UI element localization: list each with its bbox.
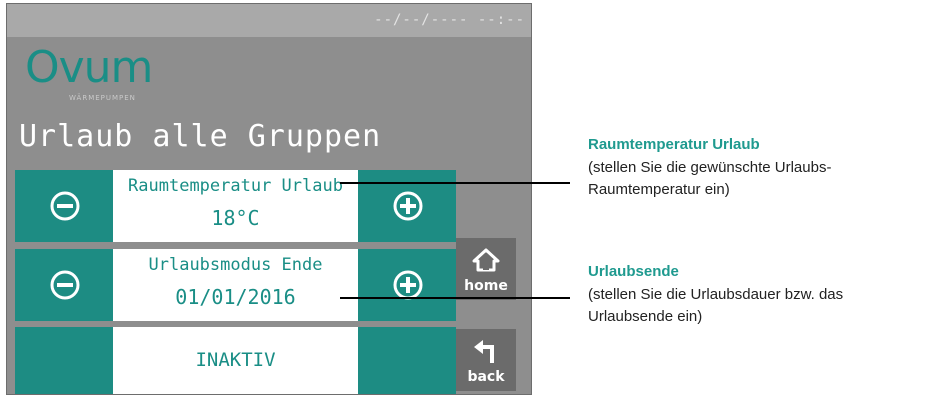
holiday-status-toggle[interactable]: INAKTIV <box>115 327 356 394</box>
annotation-holiday-end-text: (stellen Sie die Urlaubsdauer bzw. das U… <box>588 286 844 325</box>
annotation-room-temperature-title: Raumtemperatur Urlaub <box>588 136 760 153</box>
home-button[interactable]: home <box>456 238 516 300</box>
holiday-end-value: 01/01/2016 <box>175 285 296 309</box>
holiday-end-label: Urlaubsmodus Ende <box>148 255 323 275</box>
increase-room-temperature-button[interactable] <box>356 170 456 242</box>
home-label: home <box>464 278 508 294</box>
back-arrow-icon <box>474 340 494 363</box>
status-left-button[interactable] <box>15 327 115 394</box>
minus-circle-icon <box>50 191 80 221</box>
annotation-holiday-end: Urlaubsende (stellen Sie die Urlaubsdaue… <box>588 263 843 328</box>
logo-wordmark: Ovum <box>25 42 153 93</box>
room-temperature-label: Raumtemperatur Urlaub <box>128 176 343 196</box>
status-bar: --/--/---- --:-- <box>7 4 531 37</box>
datetime-display: --/--/---- --:-- <box>374 12 525 28</box>
ovum-logo: Ovum WÄRMEPUMPEN <box>25 42 175 108</box>
room-temperature-display: Raumtemperatur Urlaub 18°C <box>115 170 356 242</box>
device-screen: --/--/---- --:-- Ovum WÄRMEPUMPEN Urlaub… <box>6 3 532 395</box>
holiday-status-value: INAKTIV <box>195 349 276 371</box>
decrease-room-temperature-button[interactable] <box>15 170 115 242</box>
home-icon <box>472 248 500 272</box>
minus-circle-icon <box>50 270 80 300</box>
back-label: back <box>467 369 505 385</box>
decrease-holiday-end-button[interactable] <box>15 249 115 321</box>
plus-circle-icon <box>393 191 423 221</box>
status-right-button[interactable] <box>356 327 456 394</box>
annotation-room-temperature-text: (stellen Sie die gewünschte Urlaubs- Rau… <box>588 159 832 198</box>
back-button[interactable]: back <box>456 329 516 391</box>
annotation-holiday-end-title: Urlaubsende <box>588 263 679 280</box>
increase-holiday-end-button[interactable] <box>356 249 456 321</box>
callout-line-holiday-end <box>340 297 570 299</box>
holiday-end-display: Urlaubsmodus Ende 01/01/2016 <box>115 249 356 321</box>
annotation-room-temperature: Raumtemperatur Urlaub (stellen Sie die g… <box>588 136 831 201</box>
room-temperature-value: 18°C <box>211 206 260 230</box>
callout-line-room-temperature <box>340 182 570 184</box>
screen-title: Urlaub alle Gruppen <box>19 119 382 154</box>
logo-tagline: WÄRMEPUMPEN <box>69 94 136 102</box>
